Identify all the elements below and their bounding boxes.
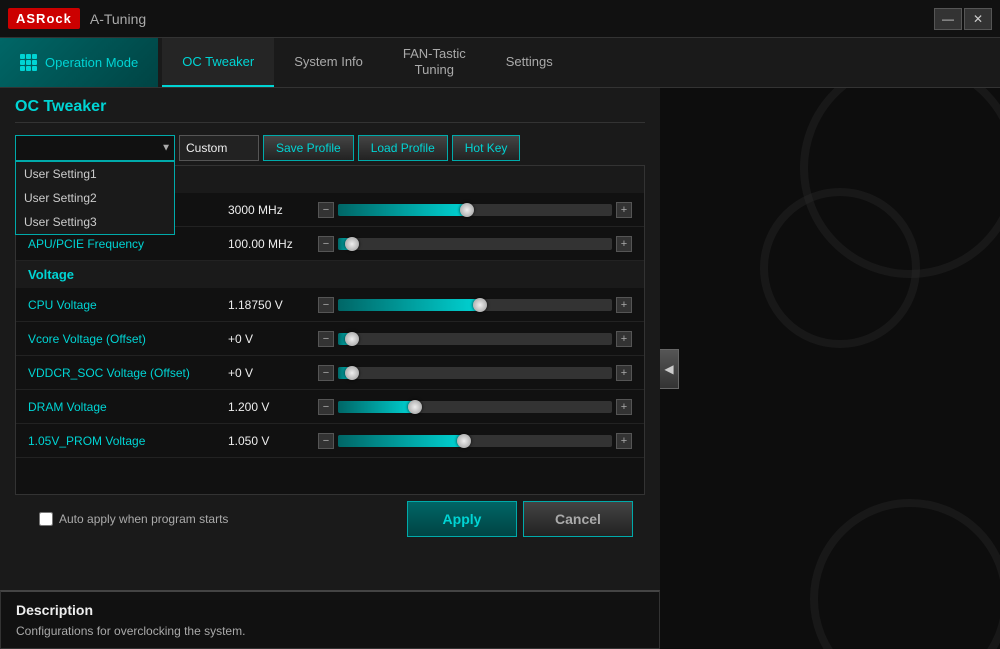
content-area: OC Tweaker User Setting1 User Setting2 U… [0,88,660,649]
side-panel-collapse-button[interactable]: ◀ [660,349,679,389]
load-profile-button[interactable]: Load Profile [358,135,448,161]
description-text: Configurations for overclocking the syst… [16,624,644,638]
tab-system-info-label: System Info [294,54,363,69]
window-controls: — ✕ [934,8,992,30]
tab-oc-tweaker[interactable]: OC Tweaker [162,38,274,87]
tab-operation-mode[interactable]: Operation Mode [0,38,158,87]
cpu-freq-decrease-btn[interactable]: − [318,202,334,218]
param-value-apu-freq: 100.00 MHz [228,237,318,251]
tab-operation-mode-label: Operation Mode [45,55,138,70]
vddcr-decrease-btn[interactable]: − [318,365,334,381]
title-bar: ASRock A-Tuning — ✕ [0,0,1000,38]
tab-settings-label: Settings [506,54,553,69]
param-value-cpu-freq: 3000 MHz [228,203,318,217]
vcore-increase-btn[interactable]: + [616,331,632,347]
auto-apply-row: Auto apply when program starts [39,512,228,526]
apu-freq-increase-btn[interactable]: + [616,236,632,252]
param-value-prom-volt: 1.050 V [228,434,318,448]
prom-slider-container: − + [318,433,632,449]
profile-select[interactable]: User Setting1 User Setting2 User Setting… [15,135,175,161]
apu-freq-decrease-btn[interactable]: − [318,236,334,252]
param-value-dram-volt: 1.200 V [228,400,318,414]
table-row: 1.05V_PROM Voltage 1.050 V − + [16,424,644,458]
asrock-logo: ASRock [8,8,80,29]
profile-dropdown-wrapper: User Setting1 User Setting2 User Setting… [15,135,175,161]
dram-decrease-btn[interactable]: − [318,399,334,415]
dram-slider-container: − + [318,399,632,415]
navbar: Operation Mode OC Tweaker System Info FA… [0,38,1000,88]
param-name-prom-volt: 1.05V_PROM Voltage [28,434,228,448]
param-value-vddcr-soc: +0 V [228,366,318,380]
table-row: DRAM Voltage 1.200 V − + [16,390,644,424]
close-button[interactable]: ✕ [964,8,992,30]
tab-system-info[interactable]: System Info [274,38,383,87]
dropdown-item-3[interactable]: User Setting3 [16,210,174,234]
cpu-volt-slider-container: − + [318,297,632,313]
table-row: VDDCR_SOC Voltage (Offset) +0 V − + [16,356,644,390]
vddcr-slider-track[interactable] [338,367,612,379]
tab-settings[interactable]: Settings [486,38,573,87]
apu-freq-slider-track[interactable] [338,238,612,250]
tab-fan-tastic-label: FAN-TasticTuning [403,46,466,77]
cpu-freq-increase-btn[interactable]: + [616,202,632,218]
tab-oc-tweaker-label: OC Tweaker [182,54,254,69]
apply-button[interactable]: Apply [407,501,517,537]
vddcr-slider-container: − + [318,365,632,381]
hot-key-button[interactable]: Hot Key [452,135,521,161]
cancel-button[interactable]: Cancel [523,501,633,537]
dropdown-item-2[interactable]: User Setting2 [16,186,174,210]
cpu-volt-decrease-btn[interactable]: − [318,297,334,313]
prom-increase-btn[interactable]: + [616,433,632,449]
toolbar: User Setting1 User Setting2 User Setting… [15,135,645,161]
param-name-apu-freq: APU/PCIE Frequency [28,237,228,251]
vcore-slider-track[interactable] [338,333,612,345]
logo-area: ASRock A-Tuning [8,8,146,29]
tab-fan-tastic[interactable]: FAN-TasticTuning [383,38,486,87]
apu-freq-slider-container: − + [318,236,632,252]
param-name-vcore-offset: Vcore Voltage (Offset) [28,332,228,346]
prom-decrease-btn[interactable]: − [318,433,334,449]
custom-label: Custom [179,135,259,161]
gear-decoration-2 [760,188,920,348]
param-value-vcore-offset: +0 V [228,332,318,346]
param-name-cpu-volt: CPU Voltage [28,298,228,312]
bottom-bar: Auto apply when program starts Apply Can… [15,495,645,543]
voltage-section-header: Voltage [16,261,644,288]
dropdown-item-1[interactable]: User Setting1 [16,162,174,186]
save-profile-button[interactable]: Save Profile [263,135,354,161]
table-row: CPU Voltage 1.18750 V − + [16,288,644,322]
auto-apply-label: Auto apply when program starts [59,512,228,526]
vddcr-increase-btn[interactable]: + [616,365,632,381]
vcore-decrease-btn[interactable]: − [318,331,334,347]
right-decorative-panel: ◀ [660,88,1000,649]
minimize-button[interactable]: — [934,8,962,30]
prom-slider-track[interactable] [338,435,612,447]
dropdown-list: User Setting1 User Setting2 User Setting… [15,161,175,235]
cpu-freq-slider-container: − + [318,202,632,218]
gear-decoration-3 [810,499,1000,649]
auto-apply-checkbox[interactable] [39,512,53,526]
main-area: OC Tweaker User Setting1 User Setting2 U… [0,88,1000,649]
app-title: A-Tuning [90,11,146,27]
description-box: Description Configurations for overclock… [0,590,660,649]
vcore-slider-container: − + [318,331,632,347]
grid-icon [20,54,37,71]
cpu-freq-slider-track[interactable] [338,204,612,216]
cpu-volt-increase-btn[interactable]: + [616,297,632,313]
param-value-cpu-volt: 1.18750 V [228,298,318,312]
dram-slider-track[interactable] [338,401,612,413]
param-name-vddcr-soc: VDDCR_SOC Voltage (Offset) [28,366,228,380]
table-row: Vcore Voltage (Offset) +0 V − + [16,322,644,356]
description-title: Description [16,602,644,618]
section-title: OC Tweaker [15,98,645,123]
param-name-dram-volt: DRAM Voltage [28,400,228,414]
dram-increase-btn[interactable]: + [616,399,632,415]
cpu-volt-slider-track[interactable] [338,299,612,311]
